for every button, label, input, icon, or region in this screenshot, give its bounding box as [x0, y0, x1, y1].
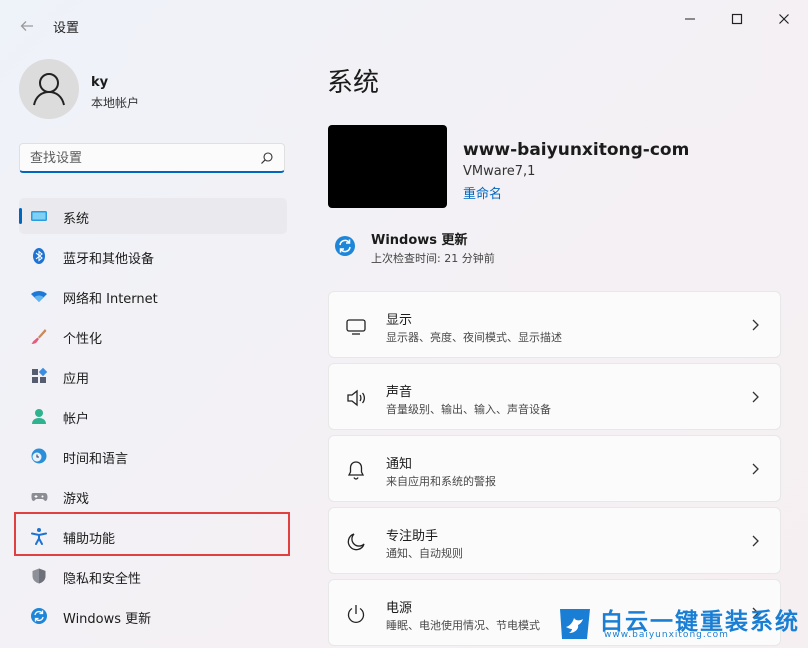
sidebar-item-label: 系统 — [63, 212, 90, 227]
minimize-icon — [685, 18, 695, 20]
speaker-icon — [347, 389, 366, 407]
sidebar-item-gaming[interactable]: 游戏 — [19, 478, 287, 514]
card-subtitle: 音量级别、输出、输入、声音设备 — [386, 403, 551, 416]
sidebar-item-system[interactable]: 系统 — [19, 198, 287, 234]
sidebar-item-accounts[interactable]: 帐户 — [19, 398, 287, 434]
account-icon — [32, 409, 46, 424]
sidebar-item-label: Windows 更新 — [63, 612, 152, 627]
sidebar-item-apps[interactable]: 应用 — [19, 358, 287, 394]
back-arrow-icon — [20, 21, 33, 31]
chevron-right-icon — [752, 391, 759, 403]
settings-card-display[interactable]: 显示 显示器、亮度、夜间模式、显示描述 — [328, 291, 781, 358]
update-title[interactable]: Windows 更新 — [371, 229, 468, 248]
maximize-icon — [731, 13, 743, 25]
sidebar-item-label: 隐私和安全性 — [63, 572, 142, 587]
sidebar-item-label: 个性化 — [63, 332, 103, 347]
sidebar-item-label: 游戏 — [63, 492, 90, 507]
search-icon[interactable] — [260, 151, 274, 165]
close-button[interactable] — [764, 8, 804, 30]
avatar[interactable] — [19, 59, 79, 119]
page-title: 系统 — [327, 68, 380, 98]
sidebar-item-label: 蓝牙和其他设备 — [63, 252, 155, 267]
user-avatar-icon — [33, 73, 65, 106]
bluetooth-icon — [33, 248, 45, 264]
moon-icon — [347, 533, 365, 551]
update-last-checked: 上次检查时间: 21 分钟前 — [371, 252, 495, 265]
time-language-icon — [31, 448, 47, 464]
user-name: ky — [91, 75, 109, 90]
bell-icon — [347, 461, 365, 480]
card-title: 声音 — [386, 385, 413, 400]
settings-card-focus-assist[interactable]: 专注助手 通知、自动规则 — [328, 507, 781, 574]
app-title: 设置 — [53, 21, 80, 36]
card-subtitle: 显示器、亮度、夜间模式、显示描述 — [386, 331, 562, 344]
power-icon — [347, 605, 365, 623]
card-subtitle: 来自应用和系统的警报 — [386, 475, 496, 488]
chevron-right-icon — [752, 319, 759, 331]
sidebar-item-bluetooth[interactable]: 蓝牙和其他设备 — [19, 238, 287, 274]
chevron-right-icon — [752, 535, 759, 547]
card-subtitle: 睡眠、电池使用情况、节电模式 — [386, 619, 540, 632]
system-display-icon — [31, 211, 47, 221]
monitor-icon — [346, 319, 366, 335]
card-title: 通知 — [386, 457, 413, 472]
sidebar-item-windows-update[interactable]: Windows 更新 — [19, 598, 287, 634]
settings-card-notifications[interactable]: 通知 来自应用和系统的警报 — [328, 435, 781, 502]
windows-update-icon[interactable] — [334, 235, 356, 257]
apps-icon — [32, 367, 48, 383]
watermark-logo-icon — [560, 609, 590, 639]
sidebar-item-privacy[interactable]: 隐私和安全性 — [19, 558, 287, 594]
sidebar-item-network[interactable]: 网络和 Internet — [19, 278, 287, 314]
wifi-icon — [31, 291, 47, 302]
shield-icon — [32, 568, 46, 584]
gamepad-icon — [31, 493, 48, 501]
device-image — [328, 125, 447, 208]
close-icon — [779, 14, 789, 24]
sidebar-item-label: 应用 — [63, 372, 90, 387]
account-type: 本地帐户 — [91, 96, 140, 110]
settings-card-sound[interactable]: 声音 音量级别、输出、输入、声音设备 — [328, 363, 781, 430]
sidebar-item-label: 网络和 Internet — [63, 292, 158, 307]
sidebar-item-time-language[interactable]: 时间和语言 — [19, 438, 287, 474]
minimize-button[interactable] — [670, 8, 710, 30]
card-title: 专注助手 — [386, 529, 439, 544]
sidebar-item-label: 帐户 — [63, 412, 90, 427]
sidebar-item-label: 时间和语言 — [63, 452, 129, 467]
chevron-right-icon — [752, 463, 759, 475]
paintbrush-icon — [31, 329, 47, 344]
windows-update-icon — [31, 608, 47, 624]
highlight-box — [14, 512, 290, 556]
card-subtitle: 通知、自动规则 — [386, 547, 463, 560]
rename-link[interactable]: 重命名 — [463, 183, 502, 202]
watermark-url: www.baiyunxitong.com — [604, 630, 729, 640]
back-button[interactable] — [14, 14, 40, 38]
search-box[interactable] — [19, 143, 285, 173]
card-title: 电源 — [386, 601, 413, 616]
device-model: VMware7,1 — [463, 164, 536, 179]
card-title: 显示 — [386, 313, 413, 328]
active-nav-indicator — [19, 208, 22, 224]
search-input[interactable] — [30, 150, 250, 166]
device-name: www-baiyunxitong-com — [463, 140, 690, 160]
sidebar-item-personalization[interactable]: 个性化 — [19, 318, 287, 354]
maximize-button[interactable] — [717, 8, 757, 30]
